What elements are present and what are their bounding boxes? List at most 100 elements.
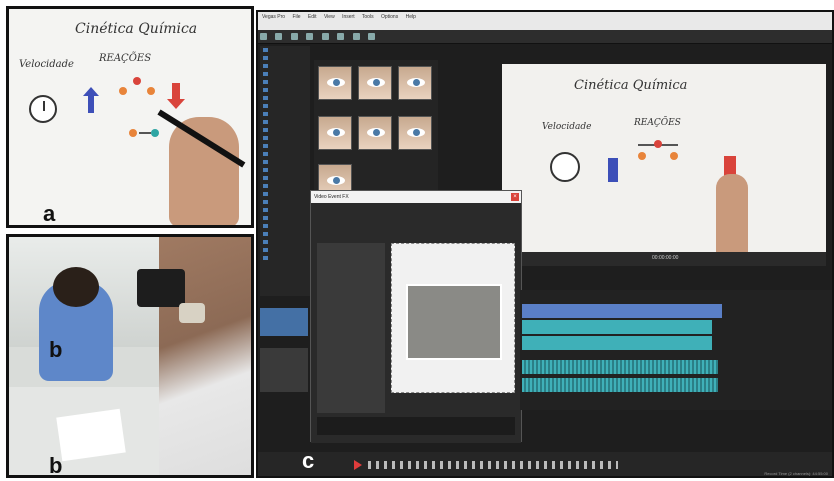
explorer-item[interactable] xyxy=(260,62,310,70)
copy-icon[interactable] xyxy=(352,33,360,40)
paper-sheet xyxy=(56,408,126,462)
fx-preset-thumbnail[interactable] xyxy=(358,66,392,100)
dialog-body xyxy=(311,203,521,443)
panel-letter-a: a xyxy=(43,201,56,226)
explorer-item[interactable] xyxy=(260,46,310,54)
panel-letter-b-bottom: b xyxy=(49,453,63,478)
audio-track[interactable] xyxy=(522,378,718,392)
editor-menubar: Vegas Pro File Edit View Insert Tools Op… xyxy=(258,12,832,30)
save-icon[interactable] xyxy=(290,33,298,40)
video-event-fx-dialog: Video Event FX × xyxy=(310,190,522,443)
explorer-item[interactable] xyxy=(260,214,310,222)
menu-tools[interactable]: Tools xyxy=(362,14,374,20)
molecule-icon xyxy=(129,127,159,139)
open-icon[interactable] xyxy=(275,33,283,40)
redo-icon[interactable] xyxy=(321,33,329,40)
explorer-item[interactable] xyxy=(260,174,310,182)
undo-icon[interactable] xyxy=(306,33,314,40)
play-icon[interactable] xyxy=(354,460,362,470)
explorer-item[interactable] xyxy=(260,142,310,150)
fx-keyframe-strip xyxy=(317,417,515,435)
preview-timecode: 00:00:00:00 xyxy=(652,255,679,261)
explorer-item[interactable] xyxy=(260,134,310,142)
explorer-item[interactable] xyxy=(260,110,310,118)
up-arrow-icon xyxy=(83,87,99,113)
fx-preset-thumbnail[interactable] xyxy=(398,66,432,100)
down-arrow-icon xyxy=(167,83,185,111)
fx-preview-canvas xyxy=(391,243,515,393)
menu-file[interactable]: File xyxy=(292,14,300,20)
panel-letter-b-top: b xyxy=(49,337,63,362)
explorer-item[interactable] xyxy=(260,86,310,94)
preview-hand xyxy=(716,174,748,252)
track-header[interactable] xyxy=(260,308,308,336)
explorer-item[interactable] xyxy=(260,238,310,246)
menu-help[interactable]: Help xyxy=(406,14,416,20)
editor-window-title: Vegas Pro xyxy=(262,14,286,20)
explorer-item[interactable] xyxy=(260,182,310,190)
photo-panel-b: b b xyxy=(6,234,254,478)
fx-preset-thumbnail[interactable] xyxy=(318,66,352,100)
status-text: Record Time (2 channels): 44:55:00 xyxy=(764,471,828,476)
video-preview: Cinética Química Velocidade REAÇÕES xyxy=(502,64,826,252)
molecule-icon xyxy=(119,77,159,101)
paste-icon[interactable] xyxy=(368,33,376,40)
explorer-item[interactable] xyxy=(260,198,310,206)
audio-track[interactable] xyxy=(522,360,718,374)
fx-preset-thumbnail[interactable] xyxy=(398,116,432,150)
preview-velocity-label: Velocidade xyxy=(542,122,592,132)
drawing-reactions-label: REAÇÕES xyxy=(99,53,152,64)
camera-body xyxy=(137,269,185,307)
explorer-item[interactable] xyxy=(260,166,310,174)
explorer-item[interactable] xyxy=(260,102,310,110)
menu-options[interactable]: Options xyxy=(381,14,398,20)
explorer-item[interactable] xyxy=(260,54,310,62)
explorer-item[interactable] xyxy=(260,158,310,166)
video-editor-screenshot: Vegas Pro File Edit View Insert Tools Op… xyxy=(256,10,834,478)
preview-reactions-label: REAÇÕES xyxy=(634,118,681,128)
fx-parameter-panel xyxy=(317,243,385,413)
editor-toolbar xyxy=(258,30,832,44)
explorer-item[interactable] xyxy=(260,78,310,86)
preview-up-arrow-icon xyxy=(608,158,618,182)
menu-insert[interactable]: Insert xyxy=(342,14,355,20)
explorer-item[interactable] xyxy=(260,126,310,134)
drawing-title: Cinética Química xyxy=(75,21,198,37)
drawing-velocity-label: Velocidade xyxy=(19,59,74,70)
photo-panel-a: Cinética Química Velocidade REAÇÕES a xyxy=(6,6,254,228)
explorer-item[interactable] xyxy=(260,70,310,78)
timeline xyxy=(520,290,832,410)
menu-view[interactable]: View xyxy=(324,14,335,20)
explorer-item[interactable] xyxy=(260,94,310,102)
fx-preset-thumbnail[interactable] xyxy=(358,116,392,150)
preview-title: Cinética Química xyxy=(574,78,688,93)
fx-frame-image xyxy=(406,284,502,360)
fx-preset-thumbnail[interactable] xyxy=(318,116,352,150)
cut-icon[interactable] xyxy=(337,33,345,40)
student-head xyxy=(53,267,99,307)
close-icon[interactable]: × xyxy=(511,193,519,201)
stopwatch-icon xyxy=(29,95,57,123)
project-explorer xyxy=(260,46,310,296)
video-track[interactable] xyxy=(522,304,722,318)
video-track[interactable] xyxy=(522,336,712,350)
dialog-title-text: Video Event FX xyxy=(314,194,349,200)
explorer-item[interactable] xyxy=(260,246,310,254)
preview-molecule-icon xyxy=(638,140,678,166)
preview-transport: 00:00:00:00 xyxy=(502,252,826,266)
wristwatch xyxy=(179,303,205,323)
explorer-item[interactable] xyxy=(260,190,310,198)
explorer-item[interactable] xyxy=(260,230,310,238)
track-header[interactable] xyxy=(260,348,308,392)
transport-controls[interactable] xyxy=(368,461,618,469)
explorer-item[interactable] xyxy=(260,222,310,230)
panel-letter-c: c xyxy=(302,448,315,473)
explorer-item[interactable] xyxy=(260,118,310,126)
explorer-item[interactable] xyxy=(260,254,310,262)
new-icon[interactable] xyxy=(260,33,267,40)
dialog-title: Video Event FX × xyxy=(311,191,521,203)
explorer-item[interactable] xyxy=(260,206,310,214)
menu-edit[interactable]: Edit xyxy=(308,14,317,20)
explorer-item[interactable] xyxy=(260,150,310,158)
video-track[interactable] xyxy=(522,320,712,334)
